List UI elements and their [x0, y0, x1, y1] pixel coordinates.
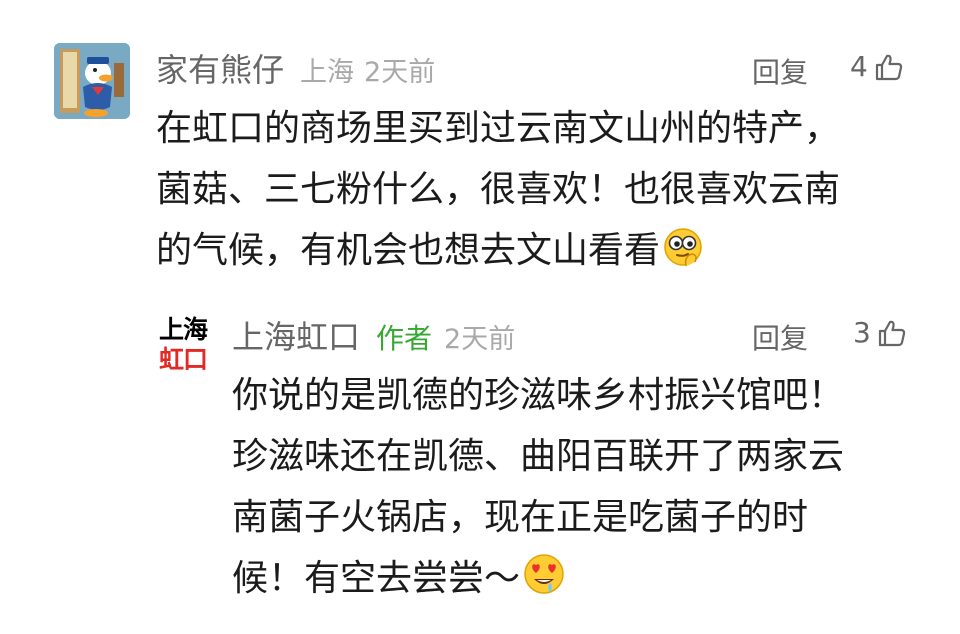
like-button[interactable]: 3	[853, 316, 907, 349]
like-count: 3	[853, 316, 871, 349]
comment-meta: 家有熊仔 上海 2天前	[156, 45, 435, 91]
reply-meta: 上海虹口 作者 2天前	[232, 312, 515, 358]
reply-line: 你说的是凯德的珍滋味乡村振兴馆吧！	[232, 375, 845, 416]
avatar[interactable]	[54, 43, 130, 119]
reply-line: 珍滋味还在凯德、曲阳百联开了两家云	[232, 436, 845, 477]
thumbs-up-icon	[875, 54, 902, 80]
reply-button[interactable]: 回复	[752, 51, 808, 91]
thumbs-up-icon	[878, 320, 905, 346]
thinking-eyes-emoji-icon	[664, 228, 702, 267]
timestamp: 2天前	[444, 324, 516, 355]
heart-eyes-drool-emoji-icon	[524, 554, 564, 594]
reply-line: 南菌子火锅店，现在正是吃菌子的时	[232, 497, 809, 538]
author-badge: 作者	[376, 322, 433, 355]
reply-button[interactable]: 回复	[752, 317, 808, 357]
comment-line: 菌菇、三七粉什么，很喜欢！也很喜欢云南	[156, 169, 841, 210]
location-label: 上海	[300, 57, 355, 88]
username[interactable]: 上海虹口	[232, 312, 360, 358]
timestamp: 2天前	[364, 57, 436, 88]
like-button[interactable]: 4	[850, 50, 904, 83]
author-avatar[interactable]: 上海 虹口	[152, 315, 214, 377]
reply-line: 候！有空去尝尝～	[232, 558, 521, 599]
avatar-text-top: 上海	[158, 315, 208, 344]
username[interactable]: 家有熊仔	[156, 45, 284, 91]
comment-line-last: 的气候，有机会也想去文山看看	[156, 220, 840, 281]
avatar-text-bottom: 虹口	[158, 345, 208, 374]
reply-line-last: 候！有空去尝尝～	[232, 548, 844, 609]
like-count: 4	[850, 50, 868, 83]
reply-body: 你说的是凯德的珍滋味乡村振兴馆吧！ 珍滋味还在凯德、曲阳百联开了两家云 南菌子火…	[232, 365, 844, 609]
comment-line: 的气候，有机会也想去文山看看	[156, 230, 661, 271]
donald-duck-avatar-image	[54, 43, 130, 119]
comment-body: 在虹口的商场里买到过云南文山州的特产， 菌菇、三七粉什么，很喜欢！也很喜欢云南 …	[156, 98, 840, 281]
comment-line: 在虹口的商场里买到过云南文山州的特产，	[156, 108, 841, 149]
